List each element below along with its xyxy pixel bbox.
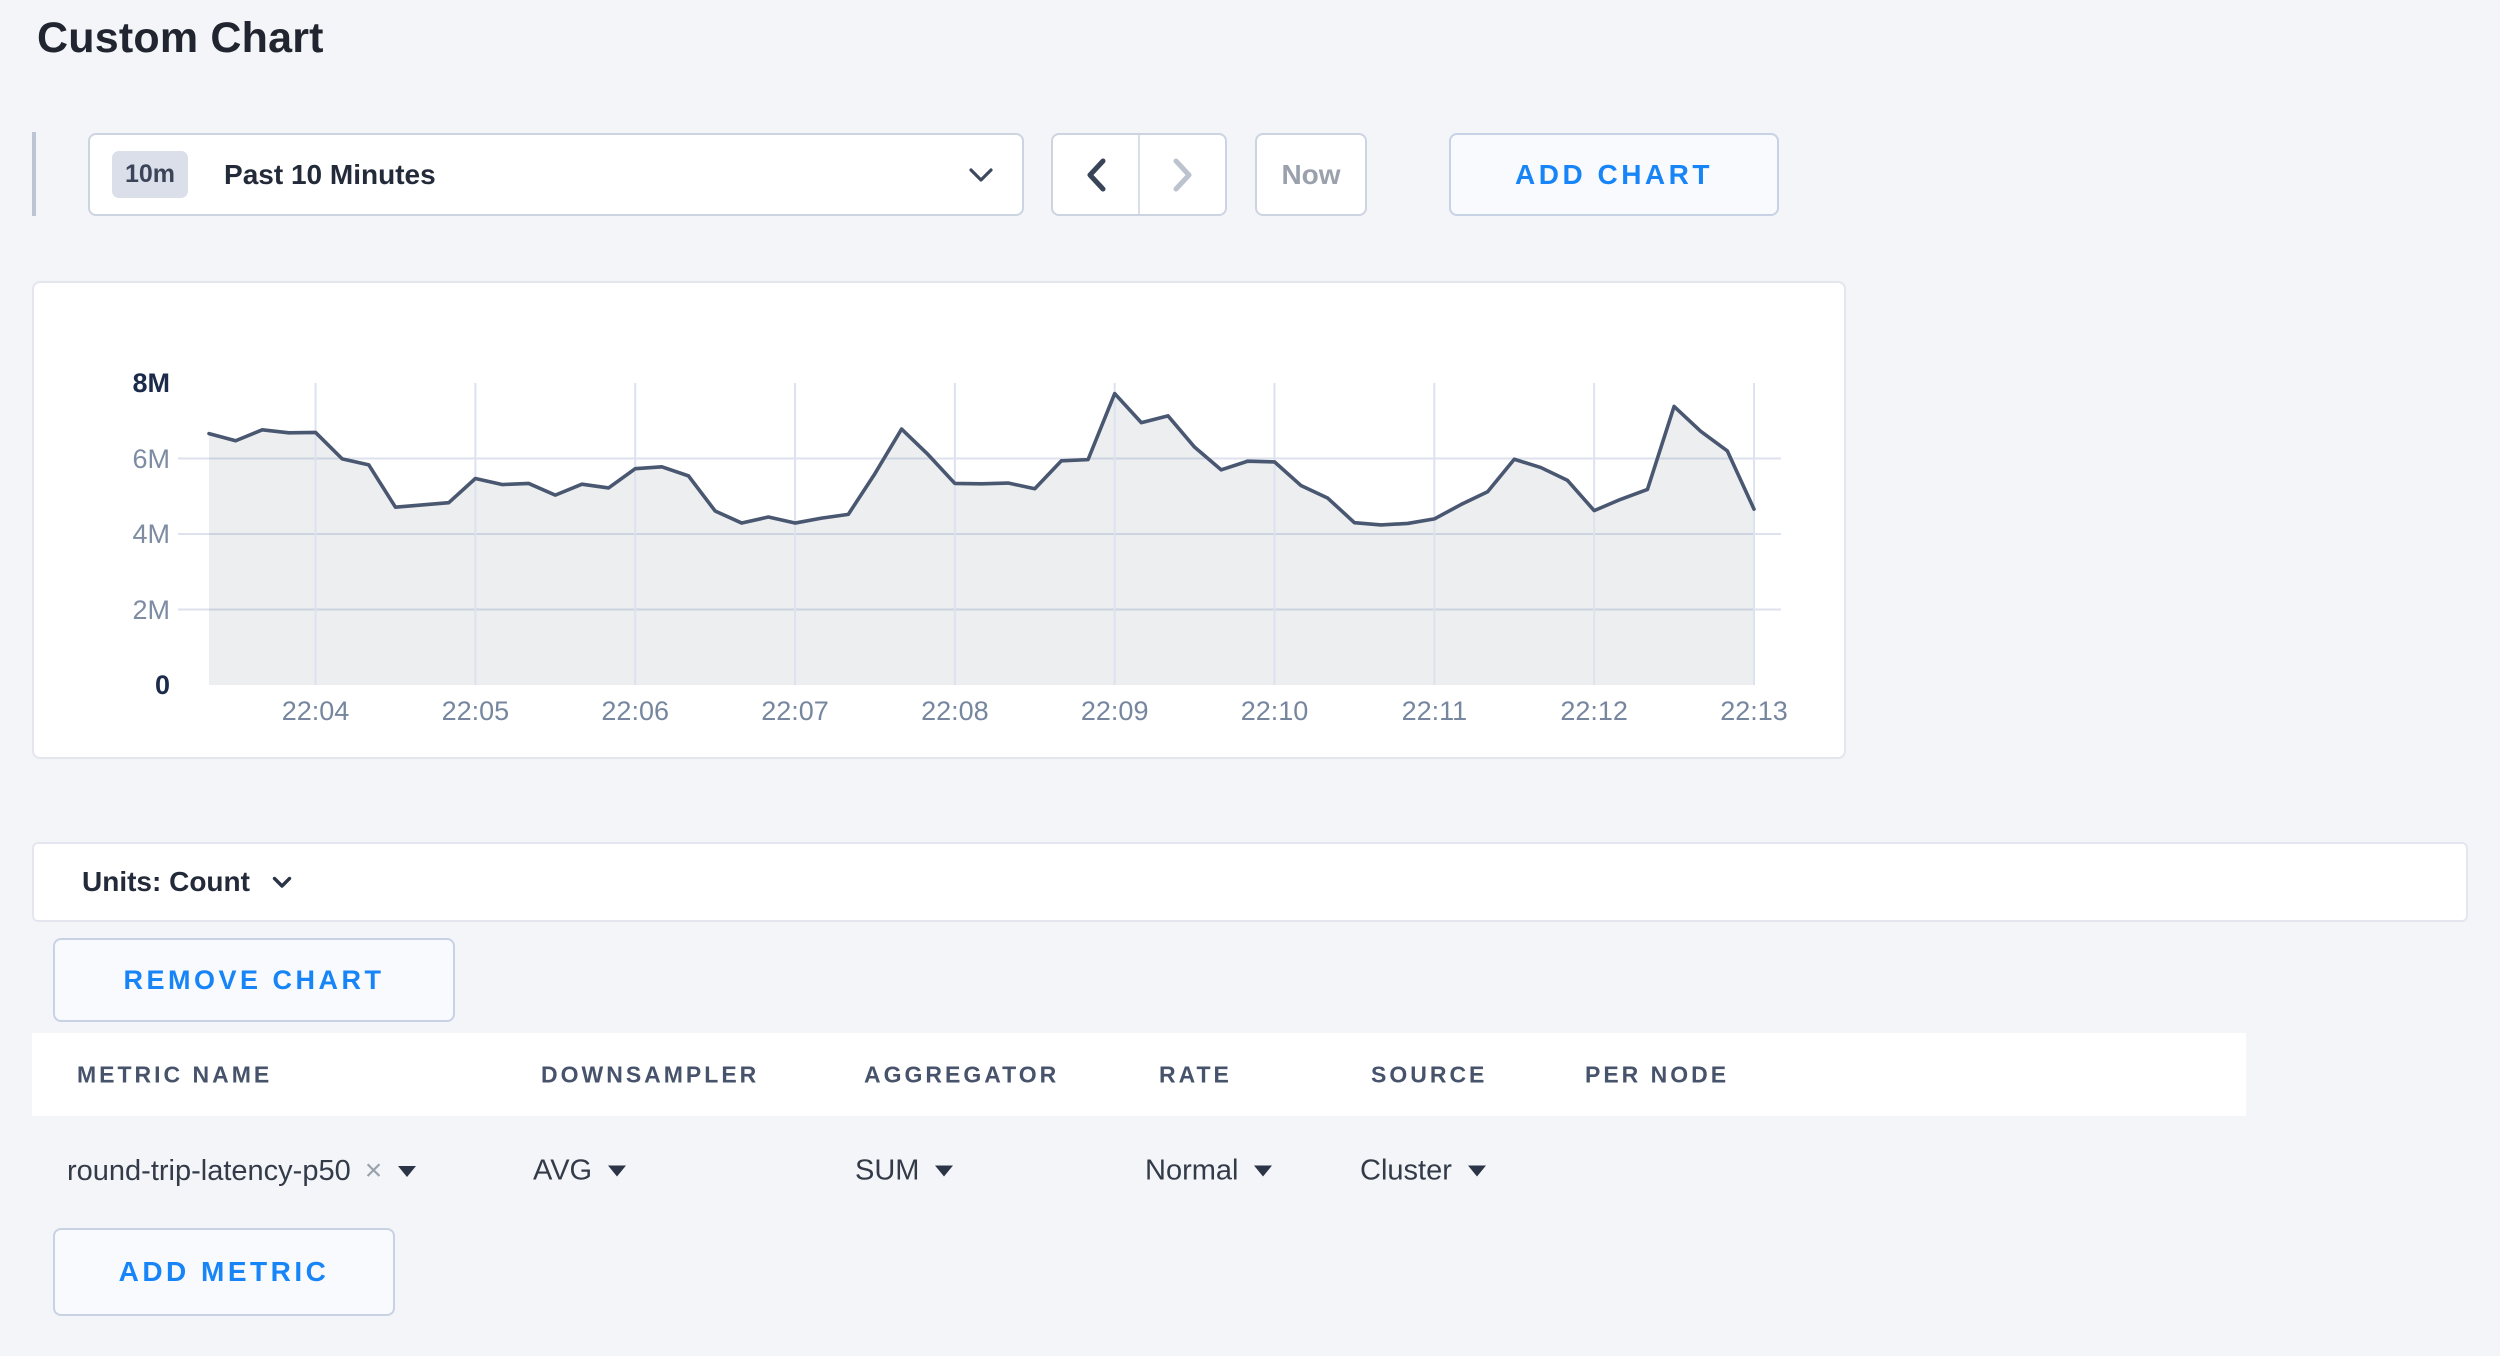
aggregator-select[interactable]: SUM: [855, 1155, 953, 1188]
x-tick-label: 22:13: [1720, 696, 1788, 726]
chevron-down-icon: [968, 167, 994, 183]
y-tick-label: 8M: [74, 368, 170, 398]
caret-down-icon: [398, 1166, 416, 1177]
x-tick-label: 22:11: [1402, 696, 1468, 726]
chevron-right-icon: [1172, 157, 1194, 193]
caret-down-icon: [935, 1166, 953, 1177]
y-tick-label: 0: [74, 670, 170, 700]
remove-tag-icon[interactable]: ×: [365, 1154, 383, 1188]
units-label: Units: Count: [82, 866, 250, 898]
x-tick-label: 22:09: [1081, 696, 1149, 726]
column-header-aggregator: AGGREGATOR: [864, 1061, 1059, 1088]
chevron-down-icon: [272, 876, 292, 889]
time-range-dropdown[interactable]: 10m Past 10 Minutes: [88, 133, 1024, 216]
y-tick-label: 4M: [74, 519, 170, 549]
downsampler-value: AVG: [533, 1155, 592, 1188]
metric-name-value: round-trip-latency-p50: [67, 1155, 351, 1188]
page-title: Custom Chart: [37, 14, 324, 63]
units-dropdown[interactable]: Units: Count: [32, 842, 2468, 922]
downsampler-select[interactable]: AVG: [533, 1155, 626, 1188]
metrics-table-header: METRIC NAME DOWNSAMPLER AGGREGATOR RATE …: [32, 1033, 2246, 1116]
toolbar-left-rule: [32, 132, 36, 216]
caret-down-icon: [1254, 1166, 1272, 1177]
metric-table-row: round-trip-latency-p50 × AVG SUM Normal …: [0, 1116, 2500, 1226]
metric-name-select[interactable]: round-trip-latency-p50 ×: [67, 1154, 416, 1188]
remove-chart-button[interactable]: REMOVE CHART: [53, 938, 455, 1022]
y-tick-label: 2M: [74, 595, 170, 625]
source-select[interactable]: Cluster: [1360, 1155, 1486, 1188]
add-chart-button[interactable]: ADD CHART: [1449, 133, 1779, 216]
x-tick-label: 22:10: [1241, 696, 1309, 726]
x-tick-label: 22:04: [282, 696, 350, 726]
aggregator-value: SUM: [855, 1155, 919, 1188]
column-header-rate: RATE: [1159, 1061, 1232, 1088]
x-tick-label: 22:12: [1560, 696, 1628, 726]
column-header-source: SOURCE: [1371, 1061, 1487, 1088]
column-header-metric-name: METRIC NAME: [77, 1061, 272, 1088]
y-tick-label: 6M: [74, 444, 170, 474]
add-metric-button[interactable]: ADD METRIC: [53, 1228, 395, 1316]
time-range-label: Past 10 Minutes: [224, 159, 968, 191]
chart-card: 8M 6M 4M 2M 0 22:04 22:05 22:06 22:07 22:08 22:09…: [32, 281, 1846, 759]
now-button[interactable]: Now: [1255, 133, 1367, 216]
x-tick-label: 22:05: [442, 696, 510, 726]
x-tick-label: 22:06: [601, 696, 669, 726]
time-forward-button[interactable]: [1138, 135, 1225, 214]
time-range-badge: 10m: [112, 151, 188, 198]
x-tick-label: 22:08: [921, 696, 989, 726]
caret-down-icon: [1468, 1166, 1486, 1177]
x-tick-label: 22:07: [761, 696, 829, 726]
time-step-button-group: [1051, 133, 1227, 216]
time-back-button[interactable]: [1053, 135, 1138, 214]
source-value: Cluster: [1360, 1155, 1452, 1188]
rate-value: Normal: [1145, 1155, 1238, 1188]
series-area: [209, 394, 1754, 685]
rate-select[interactable]: Normal: [1145, 1155, 1272, 1188]
chevron-left-icon: [1085, 157, 1107, 193]
timeseries-area-chart[interactable]: [178, 383, 1781, 685]
column-header-per-node: PER NODE: [1585, 1061, 1729, 1088]
column-header-downsampler: DOWNSAMPLER: [541, 1061, 759, 1088]
caret-down-icon: [608, 1166, 626, 1177]
